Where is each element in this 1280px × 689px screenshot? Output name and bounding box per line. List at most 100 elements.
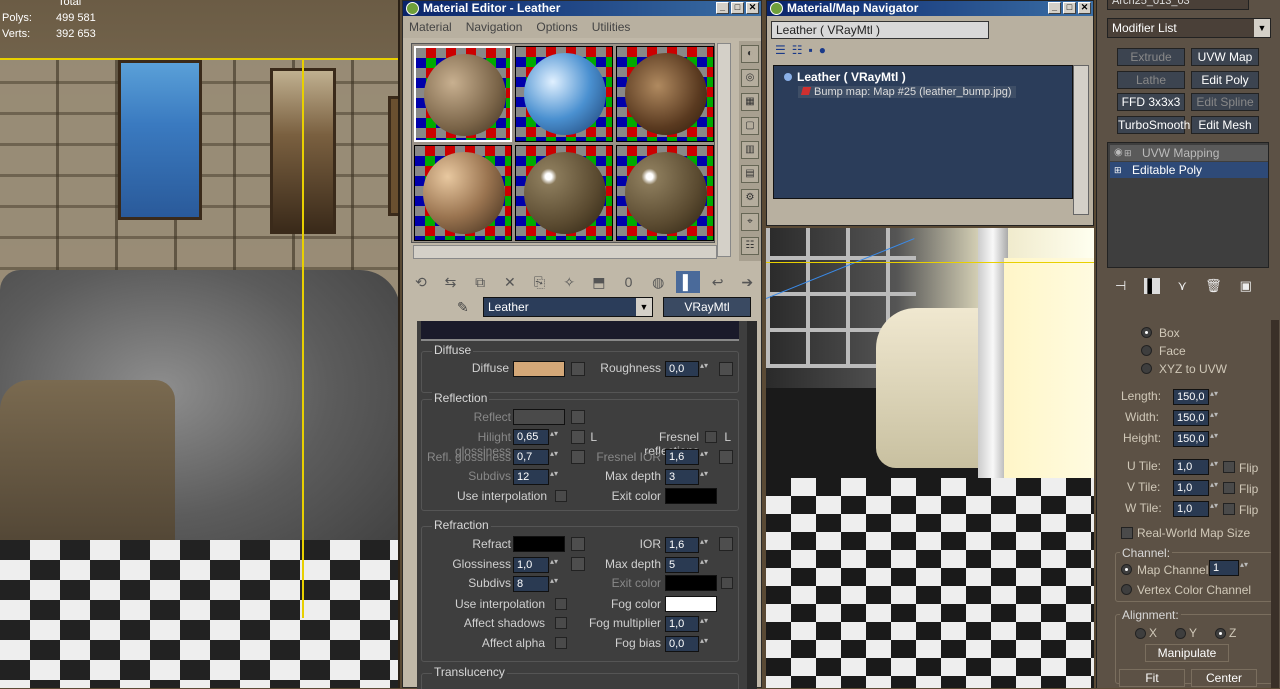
navigator-material-field[interactable]: Leather ( VRayMtl ) [771, 21, 989, 39]
navigator-close-icon[interactable]: ✕ [1078, 2, 1091, 14]
diffuse-map-button[interactable] [571, 362, 585, 376]
navigator-scrollbar[interactable] [1073, 65, 1089, 215]
refraction-max-depth-spinner[interactable]: 5 [665, 557, 710, 573]
right-viewport[interactable] [766, 228, 1094, 688]
length-spinner[interactable]: 150,0 [1173, 389, 1220, 405]
modifier-panel-scrollbar[interactable] [1271, 320, 1279, 688]
make-unique-icon[interactable]: ✧ [557, 271, 581, 293]
menu-material[interactable]: Material [409, 20, 452, 34]
hilight-glossiness-spinner[interactable]: 0,65 [513, 429, 560, 445]
w-tile-spinner[interactable]: 1,0 [1173, 501, 1220, 517]
remove-modifier-icon[interactable]: 🗑 [1205, 278, 1222, 294]
lathe-button[interactable]: Lathe [1117, 71, 1185, 89]
fresnel-reflections-checkbox[interactable] [705, 431, 717, 443]
fog-bias-spinner[interactable]: 0,0 [665, 636, 710, 652]
show-end-result-icon[interactable]: ▌ [676, 271, 700, 293]
select-by-material-icon[interactable]: ⌖ [741, 213, 759, 231]
reflection-exit-color-swatch[interactable] [665, 488, 717, 504]
mapping-xyz-radio[interactable] [1141, 363, 1152, 374]
reflect-map-button[interactable] [571, 410, 585, 424]
make-unique-stack-icon[interactable]: ⋎ [1178, 278, 1188, 294]
w-flip-checkbox[interactable] [1223, 503, 1235, 515]
background-icon[interactable]: ▦ [741, 93, 759, 111]
stack-item-uvw-mapping[interactable]: ◉ ⊞ UVW Mapping [1110, 145, 1268, 161]
fog-color-swatch[interactable] [665, 596, 717, 612]
refl-glossiness-spinner[interactable]: 0,7 [513, 449, 560, 465]
ior-map-button[interactable] [719, 537, 733, 551]
refl-gloss-map-button[interactable] [571, 450, 585, 464]
menu-options[interactable]: Options [536, 20, 577, 34]
make-copy-icon[interactable]: ⎘ [528, 271, 552, 293]
manipulate-button[interactable]: Manipulate [1145, 644, 1229, 662]
view-small-icons-icon[interactable]: ▪ [809, 43, 813, 57]
reflection-use-interpolation-checkbox[interactable] [555, 490, 567, 502]
vertex-color-radio[interactable] [1121, 584, 1132, 595]
map-channel-spinner[interactable]: 1 [1209, 560, 1250, 576]
reflect-color-swatch[interactable] [513, 409, 565, 425]
align-y-radio[interactable] [1175, 628, 1186, 639]
tree-item-bump-map[interactable]: Bump map: Map #25 (leather_bump.jpg) [798, 86, 1016, 98]
hilight-map-button[interactable] [571, 430, 585, 444]
roughness-spinner[interactable]: 0,0 [665, 361, 710, 377]
ffd-button[interactable]: FFD 3x3x3 [1117, 93, 1185, 111]
sample-slot-3[interactable] [616, 46, 714, 142]
slots-vertical-scrollbar[interactable] [717, 43, 731, 257]
diffuse-color-swatch[interactable] [513, 361, 565, 377]
view-list-icon[interactable]: ☰ [775, 43, 786, 57]
hilight-lock-button[interactable]: L [587, 430, 597, 444]
refraction-exit-color-checkbox[interactable] [721, 577, 733, 589]
u-flip-checkbox[interactable] [1223, 461, 1235, 473]
close-icon[interactable]: ✕ [746, 2, 759, 14]
navigator-maximize-icon[interactable]: □ [1063, 2, 1076, 14]
get-material-icon[interactable]: ⟲ [409, 271, 433, 293]
v-tile-spinner[interactable]: 1,0 [1173, 480, 1220, 496]
width-spinner[interactable]: 150,0 [1173, 410, 1220, 426]
assign-to-selection-icon[interactable]: ⧉ [468, 271, 492, 293]
navigator-titlebar[interactable]: Material/Map Navigator _ □ ✕ [767, 1, 1093, 16]
reflection-subdivs-spinner[interactable]: 12 [513, 469, 560, 485]
material-map-navigator-window[interactable]: Material/Map Navigator _ □ ✕ Leather ( V… [766, 0, 1094, 226]
real-world-checkbox[interactable] [1121, 527, 1133, 539]
roughness-map-button[interactable] [719, 362, 733, 376]
refraction-glossiness-spinner[interactable]: 1,0 [513, 557, 560, 573]
material-type-button[interactable]: VRayMtl [663, 297, 751, 317]
refract-color-swatch[interactable] [513, 536, 565, 552]
stack-item-editable-poly[interactable]: ⊞ Editable Poly [1110, 162, 1268, 178]
menu-navigation[interactable]: Navigation [466, 20, 523, 34]
expand-poly-icon[interactable]: ⊞ [1114, 162, 1122, 178]
view-list-icons-icon[interactable]: ☷ [792, 43, 803, 57]
go-to-parent-icon[interactable]: ↩ [706, 271, 730, 293]
show-map-icon[interactable]: ◍ [646, 271, 670, 293]
pin-stack-icon[interactable]: ⊣ [1115, 278, 1126, 294]
uv-tiling-icon[interactable]: ▢ [741, 117, 759, 135]
align-x-radio[interactable] [1135, 628, 1146, 639]
navigator-minimize-icon[interactable]: _ [1048, 2, 1061, 14]
lightbulb-icon[interactable]: ◉ [1114, 145, 1123, 161]
tree-item-leather[interactable]: Leather ( VRayMtl ) [784, 70, 906, 84]
minimize-icon[interactable]: _ [716, 2, 729, 14]
put-to-scene-icon[interactable]: ⇆ [439, 271, 463, 293]
refraction-gloss-map-button[interactable] [571, 557, 585, 571]
fresnel-lock-button[interactable]: L [721, 430, 731, 444]
object-name-field[interactable]: Arch25_013_03 [1107, 0, 1249, 10]
material-id-button[interactable]: 0 [617, 271, 641, 293]
center-button[interactable]: Center [1191, 669, 1257, 687]
expand-icon[interactable]: ⊞ [1124, 145, 1132, 161]
show-end-result-toggle-icon[interactable]: ▌ [1144, 278, 1160, 294]
v-flip-checkbox[interactable] [1223, 482, 1235, 494]
material-name-field[interactable]: Leather ▼ [483, 297, 653, 317]
backlight-icon[interactable]: ◎ [741, 69, 759, 87]
options-icon[interactable]: ⚙ [741, 189, 759, 207]
reflection-max-depth-spinner[interactable]: 3 [665, 469, 710, 485]
reset-map-icon[interactable]: ✕ [498, 271, 522, 293]
refraction-use-interpolation-checkbox[interactable] [555, 598, 567, 610]
sample-slot-5[interactable] [515, 145, 613, 241]
slots-horizontal-scrollbar[interactable] [413, 245, 717, 259]
affect-shadows-checkbox[interactable] [555, 617, 567, 629]
sample-slot-1[interactable] [414, 46, 512, 142]
make-preview-icon[interactable]: ▤ [741, 165, 759, 183]
refraction-subdivs-spinner[interactable]: 8 [513, 576, 560, 592]
refract-map-button[interactable] [571, 537, 585, 551]
params-scrollbar[interactable] [747, 321, 757, 689]
edit-spline-button[interactable]: Edit Spline [1191, 93, 1259, 111]
